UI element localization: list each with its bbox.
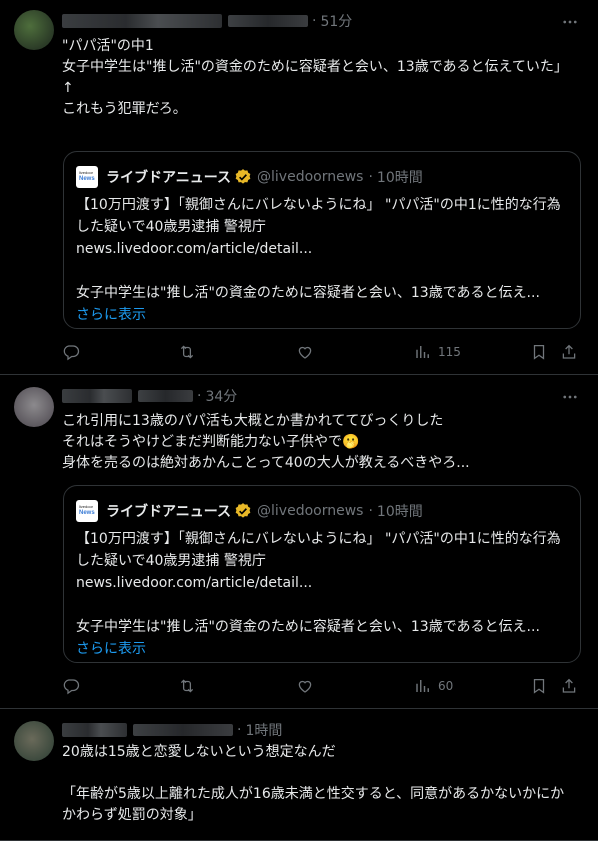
quoted-post[interactable]: livedoor News ライブドアニュース @livedoornews · …	[63, 151, 581, 329]
more-icon[interactable]	[560, 12, 580, 32]
post-text: これ引用に13歳のパパ活も大概とか書かれててびっくりした それはそうやけどまだ判…	[62, 413, 470, 471]
reply-icon	[63, 345, 80, 361]
avatar[interactable]	[14, 387, 54, 427]
like-button[interactable]	[296, 343, 314, 361]
timeline: · 51分 "パパ活"の中1 女子中学生は"推し活"の資金のために容疑者と会い、…	[0, 0, 598, 841]
post-header: · 1時間	[62, 720, 282, 740]
repost-icon	[180, 679, 194, 693]
show-more-link[interactable]: さらに表示	[76, 641, 146, 657]
verified-badge-icon	[235, 169, 251, 184]
post-timestamp[interactable]: 1時間	[245, 720, 282, 740]
post[interactable]: · 34分 これ引用に13歳のパパ活も大概とか書かれててびっくりした それはそう…	[0, 375, 598, 709]
blurred-handle	[228, 15, 308, 27]
reply-button[interactable]	[62, 677, 80, 695]
blurred-display-name	[62, 723, 127, 737]
blurred-handle	[138, 390, 193, 402]
post-header: · 34分	[62, 386, 237, 406]
reply-icon	[63, 679, 80, 695]
share-icon	[562, 678, 576, 693]
like-button[interactable]	[296, 677, 314, 695]
more-icon[interactable]	[560, 387, 580, 407]
views-icon	[416, 346, 429, 358]
quote-body: 【10万円渡す】「親御さんにバレないようにね」 "パパ活"の中1に性的な行為した…	[76, 197, 561, 323]
show-more-link[interactable]: さらに表示	[76, 307, 146, 323]
quote-author-name: ライブドアニュース	[106, 170, 232, 186]
post[interactable]: · 1時間 20歳は15歳と恋愛しないという想定なんだ 「年齢が5歳以上離れた成…	[0, 709, 598, 841]
views-count: 60	[438, 679, 454, 693]
quoted-post[interactable]: livedoor News ライブドアニュース @livedoornews · …	[63, 485, 581, 663]
bookmark-button[interactable]	[530, 677, 548, 695]
livedoor-news-logo: livedoor News	[76, 500, 98, 522]
separator-dot: ·	[312, 13, 317, 29]
post-header: · 51分	[62, 11, 352, 31]
like-icon	[298, 680, 312, 693]
post-text: "パパ活"の中1 女子中学生は"推し活"の資金のために容疑者と会い、13歳である…	[62, 38, 568, 117]
blurred-handle	[133, 724, 233, 736]
post-timestamp[interactable]: 34分	[205, 386, 237, 406]
like-icon	[298, 346, 312, 359]
repost-icon	[180, 345, 194, 359]
post[interactable]: · 51分 "パパ活"の中1 女子中学生は"推し活"の資金のために容疑者と会い、…	[0, 0, 598, 375]
views-count: 115	[438, 345, 461, 359]
post-timestamp[interactable]: 51分	[320, 11, 352, 31]
bookmark-button[interactable]	[530, 343, 548, 361]
share-button[interactable]	[560, 677, 578, 695]
quote-header: livedoor News ライブドアニュース @livedoornews · …	[76, 166, 423, 188]
separator-dot: ·	[237, 722, 242, 738]
views-button[interactable]: 115	[414, 343, 461, 361]
quote-handle: @livedoornews	[257, 169, 364, 185]
share-icon	[562, 344, 576, 359]
quote-timestamp: 10時間	[376, 504, 423, 520]
quote-header: livedoor News ライブドアニュース @livedoornews · …	[76, 500, 423, 522]
repost-button[interactable]	[178, 677, 196, 695]
avatar[interactable]	[14, 721, 54, 761]
quote-handle: @livedoornews	[257, 503, 364, 519]
separator-dot: ·	[197, 388, 202, 404]
livedoor-news-logo: livedoor News	[76, 166, 98, 188]
verified-badge-icon	[235, 503, 251, 518]
bookmark-icon	[533, 344, 545, 360]
quote-timestamp: 10時間	[376, 170, 423, 186]
action-bar: 115	[62, 341, 584, 363]
blurred-display-name	[62, 14, 222, 28]
views-button[interactable]: 60	[414, 677, 453, 695]
blurred-display-name	[62, 389, 132, 403]
avatar[interactable]	[14, 10, 54, 50]
repost-button[interactable]	[178, 343, 196, 361]
post-text: 20歳は15歳と恋愛しないという想定なんだ 「年齢が5歳以上離れた成人が16歳未…	[62, 744, 565, 823]
action-bar: 60	[62, 675, 584, 697]
views-icon	[416, 680, 429, 692]
bookmark-icon	[533, 678, 545, 694]
quote-body: 【10万円渡す】「親御さんにバレないようにね」 "パパ活"の中1に性的な行為した…	[76, 531, 561, 657]
reply-button[interactable]	[62, 343, 80, 361]
share-button[interactable]	[560, 343, 578, 361]
quote-author-name: ライブドアニュース	[106, 504, 232, 520]
